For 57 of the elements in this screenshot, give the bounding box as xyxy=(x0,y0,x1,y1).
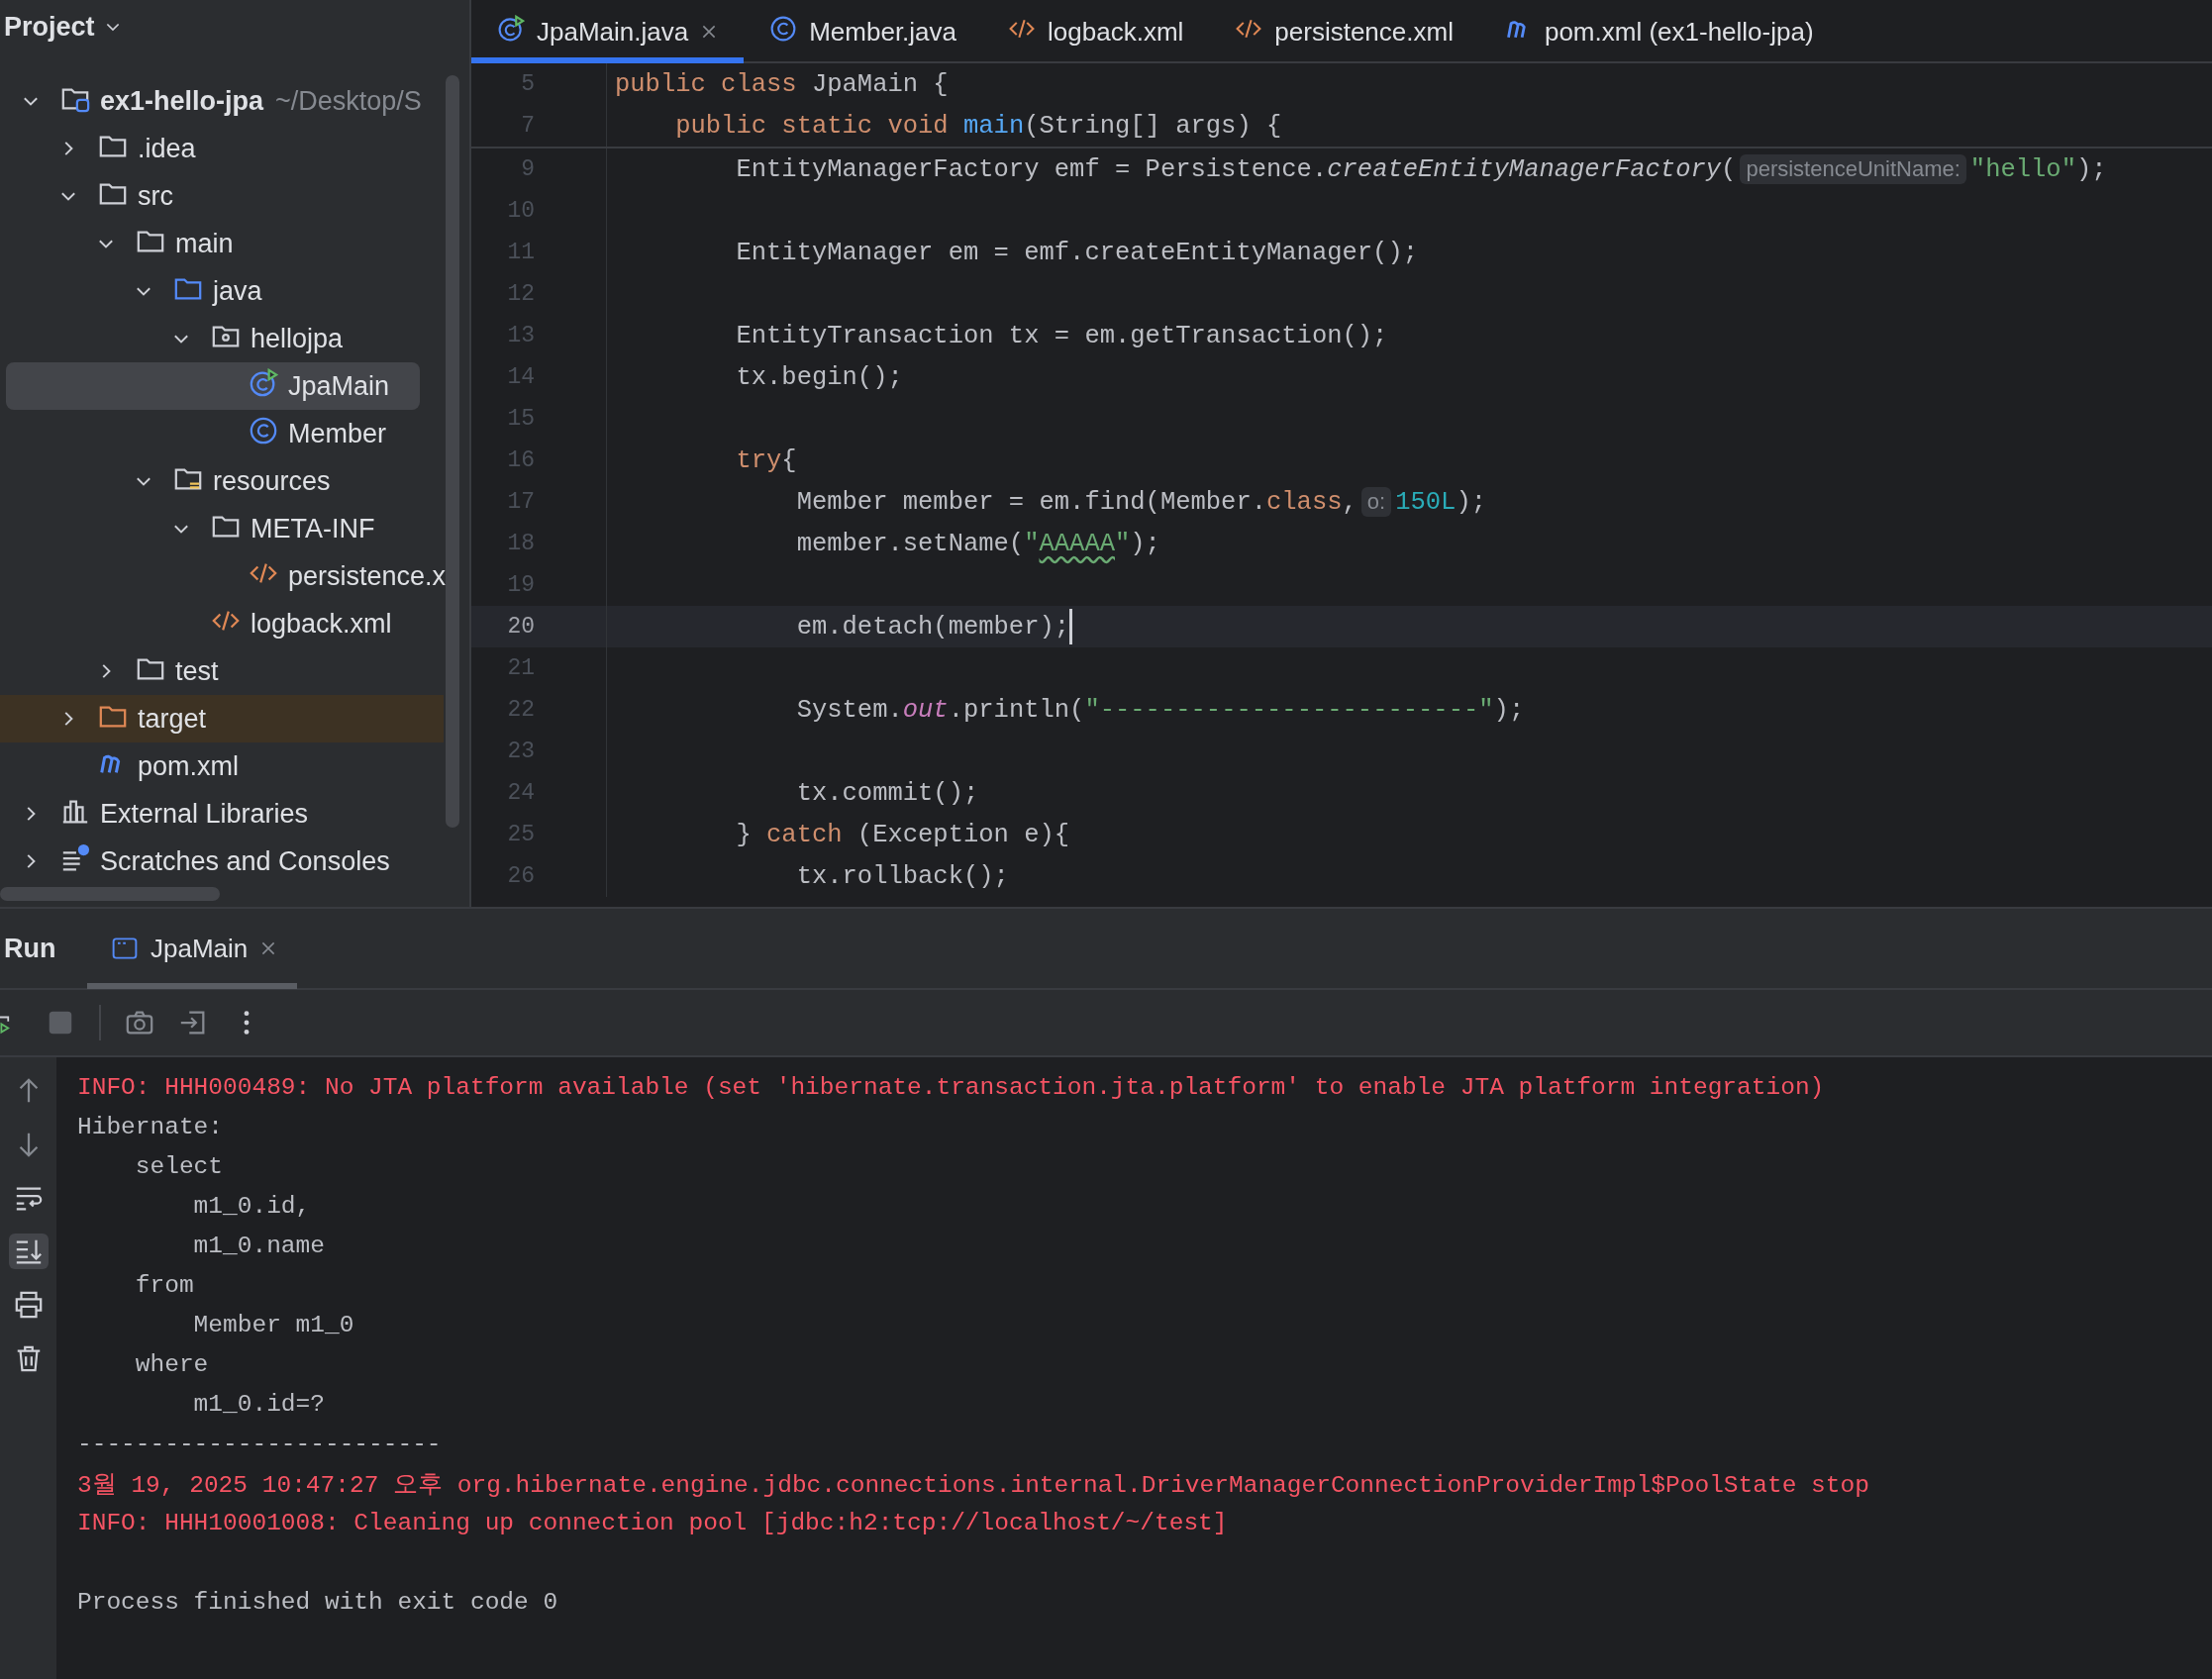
console-line: where xyxy=(134,1350,209,1378)
tree-item[interactable]: Member xyxy=(0,410,469,457)
tree-item[interactable]: logback.xml xyxy=(0,600,469,647)
code-line: try{ xyxy=(735,445,797,475)
code-line: public class JpaMain { xyxy=(615,69,949,99)
panel-title: Run xyxy=(3,933,57,964)
tree-item[interactable]: target xyxy=(0,695,444,742)
tree-item[interactable]: java xyxy=(0,267,469,315)
code-line: tx.commit(); xyxy=(795,778,979,808)
console-line: ------------------------- xyxy=(77,1430,442,1457)
print-icon[interactable] xyxy=(13,1290,44,1320)
console-line: m1_0.name xyxy=(192,1232,326,1259)
code-line: EntityManager em = emf.createEntityManager(); xyxy=(735,238,1419,267)
code-line: EntityTransaction tx = em.getTransaction(); xyxy=(735,321,1388,350)
editor-tab[interactable]: Member.java xyxy=(744,0,983,63)
console-line: Process finished with exit code 0 xyxy=(77,1588,558,1616)
editor-tab[interactable]: pom.xml (ex1-hello-jpa) xyxy=(1478,0,1840,63)
code-line: System.out.println("-------------------------"); xyxy=(795,695,1525,725)
code-line: tx.rollback(); xyxy=(795,861,1009,891)
code-line: public static void main(String[] args) { xyxy=(674,111,1282,141)
tree-item[interactable]: pom.xml xyxy=(0,742,469,790)
code-line: em.detach(member); xyxy=(615,609,1073,644)
console-line: from xyxy=(134,1271,194,1299)
panel-title[interactable]: Project xyxy=(4,11,95,43)
tree-item[interactable]: resources xyxy=(0,457,469,505)
code-line: tx.begin(); xyxy=(735,362,903,392)
editor-tab[interactable]: logback.xml xyxy=(982,0,1210,63)
console-icon xyxy=(111,935,139,962)
tree-item[interactable]: hellojpa xyxy=(0,315,469,362)
project-path: ~/Desktop/S xyxy=(275,85,422,117)
code-line: EntityManagerFactory emf = Persistence.createEntityManagerFactory( persistenceUnitName: "hello"); xyxy=(735,154,2107,184)
line-number: 20 xyxy=(506,614,535,640)
tree-item[interactable]: ex1-hello-jpa ~/Desktop/S xyxy=(0,77,469,125)
editor-tab[interactable]: persistence.xml xyxy=(1209,0,1479,63)
console-line: m1_0.id=? xyxy=(192,1390,325,1418)
tree-item[interactable]: Scratches and Consoles xyxy=(0,838,469,885)
console-line: Member m1_0 xyxy=(192,1311,355,1338)
tree-item[interactable]: test xyxy=(0,647,469,695)
tree-item[interactable]: META-INF xyxy=(0,505,469,552)
console-line: m1_0.id, xyxy=(192,1192,311,1220)
code-line: member.setName("AAAAA"); xyxy=(795,529,1160,558)
console-line: select xyxy=(134,1152,224,1180)
tree-item[interactable]: .idea xyxy=(0,125,469,172)
console-line: 3월 19, 2025 10:47:27 오후 org.hibernate.engine.jdbc.connections.internal.DriverManagerConnectionProviderImpl$PoolState stop xyxy=(77,1470,1869,1500)
code-line: Member member = em.find(Member.class, o: 150L); xyxy=(795,487,1487,517)
scrollbar[interactable] xyxy=(446,75,459,828)
console-line: INFO: HHH10001008: Cleaning up connection pool [jdbc:h2:tcp://localhost/~/test] xyxy=(77,1509,1228,1536)
tree-item[interactable]: persistence.x xyxy=(0,552,469,600)
console-line: Hibernate: xyxy=(77,1113,225,1140)
console-line: INFO: HHH000489: No JTA platform available (set 'hibernate.transaction.jta.platform' to enable JTA platform integration) xyxy=(77,1073,1825,1101)
tree-item[interactable]: JpaMain xyxy=(6,362,420,410)
tree-item[interactable]: src xyxy=(0,172,469,220)
scrollbar[interactable] xyxy=(0,887,220,901)
tree-item[interactable]: External Libraries xyxy=(0,790,469,838)
code-line: } catch (Exception e){ xyxy=(735,820,1070,849)
text-cursor xyxy=(1069,609,1073,644)
tree-item[interactable]: main xyxy=(0,220,469,267)
